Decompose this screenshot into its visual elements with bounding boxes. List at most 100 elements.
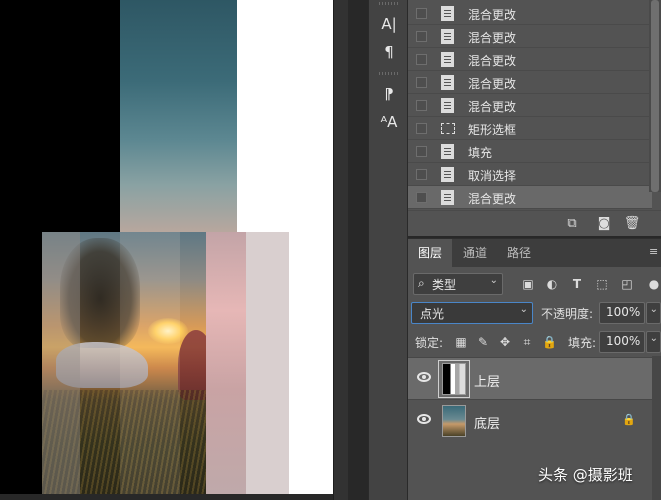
layer-row[interactable]: 底层 🔒 — [408, 399, 652, 441]
chevron-down-icon: ⌄ — [489, 275, 498, 286]
fill-input[interactable]: 100% — [599, 331, 645, 353]
opacity-dropdown[interactable]: ⌄ — [646, 302, 661, 324]
layer-filter-kind-select[interactable]: ⌕ 类型 ⌄ — [413, 273, 503, 295]
filter-toggle-icon[interactable]: ● — [646, 276, 661, 292]
layers-panel-tabs: 图层 通道 路径 ≡ — [408, 239, 661, 267]
fill-dropdown[interactable]: ⌄ — [646, 331, 661, 353]
panel-icon-strip: A| ¶ ⁋ ᴬA — [368, 0, 408, 500]
history-item-label: 矩形选框 — [468, 123, 517, 137]
history-item[interactable]: 混合更改 — [408, 25, 652, 48]
strip-grip[interactable] — [379, 72, 399, 75]
history-item-label: 混合更改 — [468, 77, 517, 91]
lock-artboard-icon[interactable]: ⌗ — [520, 335, 534, 349]
history-item-label: 混合更改 — [468, 8, 517, 22]
character-panel-icon[interactable]: A| — [377, 12, 401, 36]
character-styles-icon[interactable]: ᴬA — [377, 110, 401, 134]
rect-marquee-icon — [441, 123, 455, 134]
paragraph-panel-icon[interactable]: ¶ — [377, 40, 401, 64]
new-document-from-state-icon[interactable]: ⧉ — [563, 215, 581, 233]
chevron-down-icon: ⌄ — [519, 304, 528, 315]
document-icon — [441, 6, 454, 21]
layer-row-selected[interactable]: 上层 — [408, 357, 652, 399]
history-snapshot-checkbox[interactable] — [416, 77, 427, 88]
document-icon — [441, 144, 454, 159]
history-item-label: 填充 — [468, 146, 493, 160]
history-snapshot-checkbox[interactable] — [416, 192, 427, 203]
visibility-eye-icon[interactable] — [417, 414, 431, 424]
lock-label: 锁定: — [415, 336, 444, 350]
adjustment-filter-icon[interactable]: ◐ — [544, 276, 560, 292]
blend-mode-value: 点光 — [420, 307, 445, 321]
camera-snapshot-icon[interactable]: ◙ — [595, 215, 613, 233]
black-strip — [0, 232, 42, 494]
blend-mode-select[interactable]: 点光 ⌄ — [411, 302, 533, 324]
watermark: 头条 @摄影班 — [538, 466, 633, 484]
history-snapshot-checkbox[interactable] — [416, 100, 427, 111]
history-item[interactable]: 矩形选框 — [408, 117, 652, 140]
tab-paths[interactable]: 路径 — [498, 239, 540, 267]
layer-thumbnail[interactable] — [442, 363, 466, 395]
image-filter-icon[interactable]: ▣ — [520, 276, 536, 292]
canvas-vertical-scrollbar[interactable] — [333, 0, 348, 500]
tab-layers[interactable]: 图层 — [408, 239, 452, 267]
history-panel: 混合更改 混合更改 混合更改 混合更改 混合更改 矩形选框 填充 取消选择 混合 — [408, 0, 661, 236]
shape-filter-icon[interactable]: ⬚ — [594, 276, 610, 292]
layer-filter-row: ⌕ 类型 ⌄ ▣ ◐ T ⬚ ◰ ● — [408, 273, 661, 297]
history-item-selected[interactable]: 混合更改 — [408, 186, 652, 209]
document-icon — [441, 52, 454, 67]
type-filter-icon[interactable]: T — [569, 276, 585, 292]
canvas-area[interactable] — [0, 0, 348, 500]
history-scroll-thumb[interactable] — [651, 0, 659, 192]
layers-panel: 图层 通道 路径 ≡ ⌕ 类型 ⌄ ▣ ◐ T ⬚ ◰ ● 点光 ⌄ 不透明度:… — [408, 238, 661, 500]
panel-dock-gap — [348, 0, 368, 500]
search-icon: ⌕ — [418, 276, 425, 290]
layer-thumbnail[interactable] — [442, 405, 466, 437]
lock-transparent-icon[interactable]: ▦ — [454, 335, 468, 349]
history-item-label: 混合更改 — [468, 54, 517, 68]
history-snapshot-checkbox[interactable] — [416, 31, 427, 42]
sky-strip — [120, 0, 237, 232]
history-item[interactable]: 混合更改 — [408, 94, 652, 117]
history-snapshot-checkbox[interactable] — [416, 123, 427, 134]
history-item-label: 混合更改 — [468, 100, 517, 114]
opacity-label: 不透明度: — [541, 307, 594, 321]
light-overlay-strip — [120, 232, 180, 494]
light-pink-strip — [246, 232, 289, 494]
document-canvas[interactable] — [0, 0, 333, 494]
layer-name[interactable]: 底层 — [474, 413, 500, 432]
history-footer: ⧉ ◙ 🗑 — [408, 210, 661, 236]
history-snapshot-checkbox[interactable] — [416, 169, 427, 180]
history-snapshot-checkbox[interactable] — [416, 54, 427, 65]
panel-menu-icon[interactable]: ≡ — [649, 246, 659, 257]
history-item[interactable]: 混合更改 — [408, 71, 652, 94]
history-item-label: 取消选择 — [468, 169, 517, 183]
layer-name[interactable]: 上层 — [474, 371, 500, 390]
lock-all-icon[interactable]: 🔒 — [542, 335, 557, 349]
history-item[interactable]: 混合更改 — [408, 48, 652, 71]
tab-channels[interactable]: 通道 — [454, 239, 496, 267]
history-snapshot-checkbox[interactable] — [416, 146, 427, 157]
trash-icon[interactable]: 🗑 — [623, 215, 641, 233]
lock-row: 锁定: ▦ ✎ ✥ ⌗ 🔒 填充: 100% ⌄ — [408, 331, 661, 355]
lock-icon: 🔒 — [622, 413, 636, 426]
chevron-down-icon: ⌄ — [649, 304, 658, 315]
history-snapshot-checkbox[interactable] — [416, 8, 427, 19]
fill-label: 填充: — [568, 336, 597, 350]
filter-kind-value: 类型 — [432, 278, 457, 292]
history-item[interactable]: 混合更改 — [408, 2, 652, 25]
lock-position-icon[interactable]: ✥ — [498, 335, 512, 349]
opacity-input[interactable]: 100% — [599, 302, 645, 324]
smart-object-filter-icon[interactable]: ◰ — [619, 276, 635, 292]
paragraph-styles-icon[interactable]: ⁋ — [377, 82, 401, 106]
history-item[interactable]: 取消选择 — [408, 163, 652, 186]
history-item-label: 混合更改 — [468, 192, 517, 206]
document-icon — [441, 190, 454, 205]
document-icon — [441, 98, 454, 113]
history-item[interactable]: 填充 — [408, 140, 652, 163]
lock-image-icon[interactable]: ✎ — [476, 335, 490, 349]
strip-grip[interactable] — [379, 2, 399, 5]
visibility-eye-icon[interactable] — [417, 372, 431, 382]
document-icon — [441, 75, 454, 90]
pink-strip — [206, 232, 246, 494]
document-icon — [441, 29, 454, 44]
